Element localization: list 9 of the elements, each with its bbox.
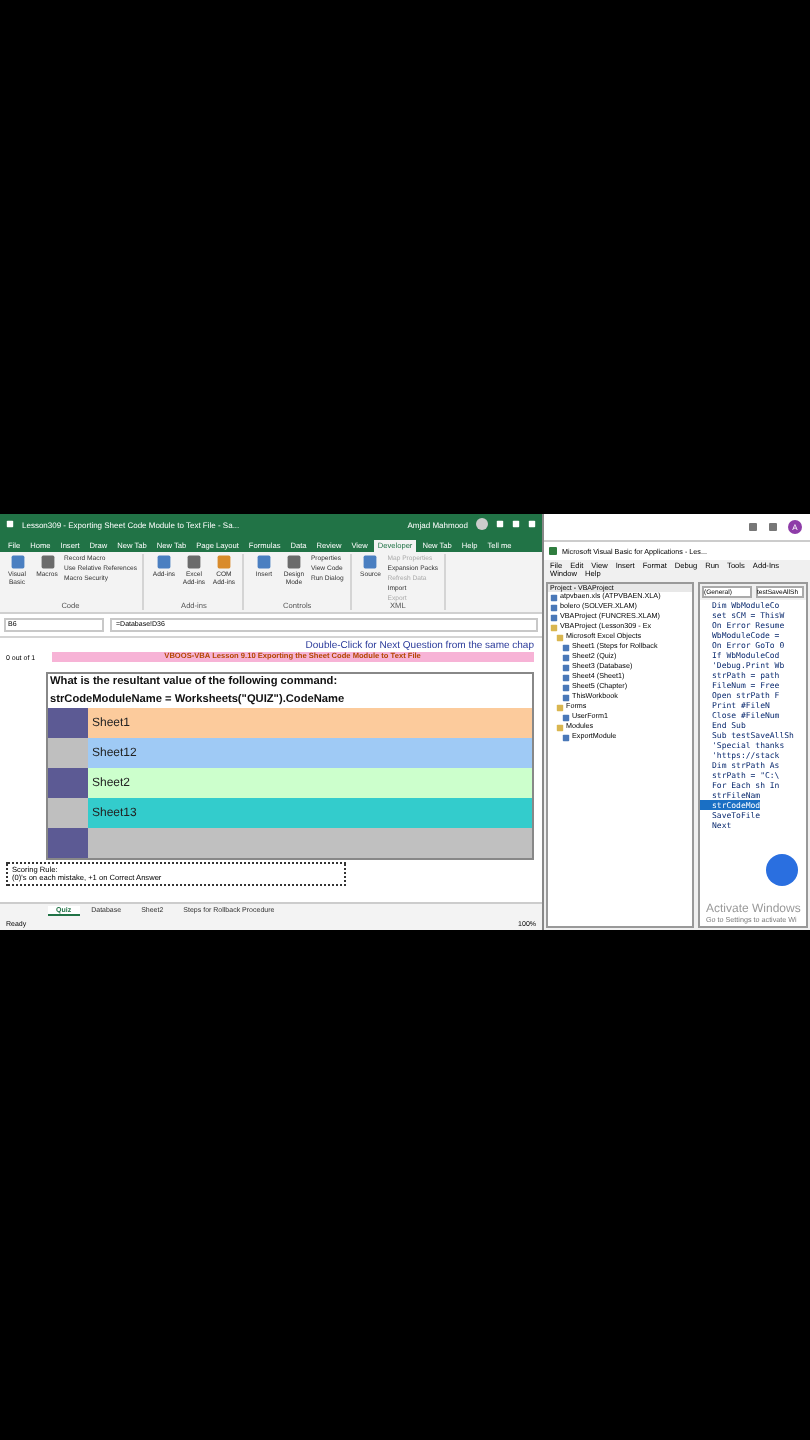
- avatar-icon: [476, 518, 488, 530]
- option-marker[interactable]: [48, 828, 88, 859]
- option-marker[interactable]: [48, 768, 88, 799]
- option-marker[interactable]: [48, 738, 88, 769]
- option-marker[interactable]: [48, 798, 88, 829]
- answer-option[interactable]: [88, 828, 532, 859]
- app-icon: [548, 546, 558, 556]
- option-marker[interactable]: [48, 708, 88, 739]
- ribbon-icon: [362, 554, 379, 570]
